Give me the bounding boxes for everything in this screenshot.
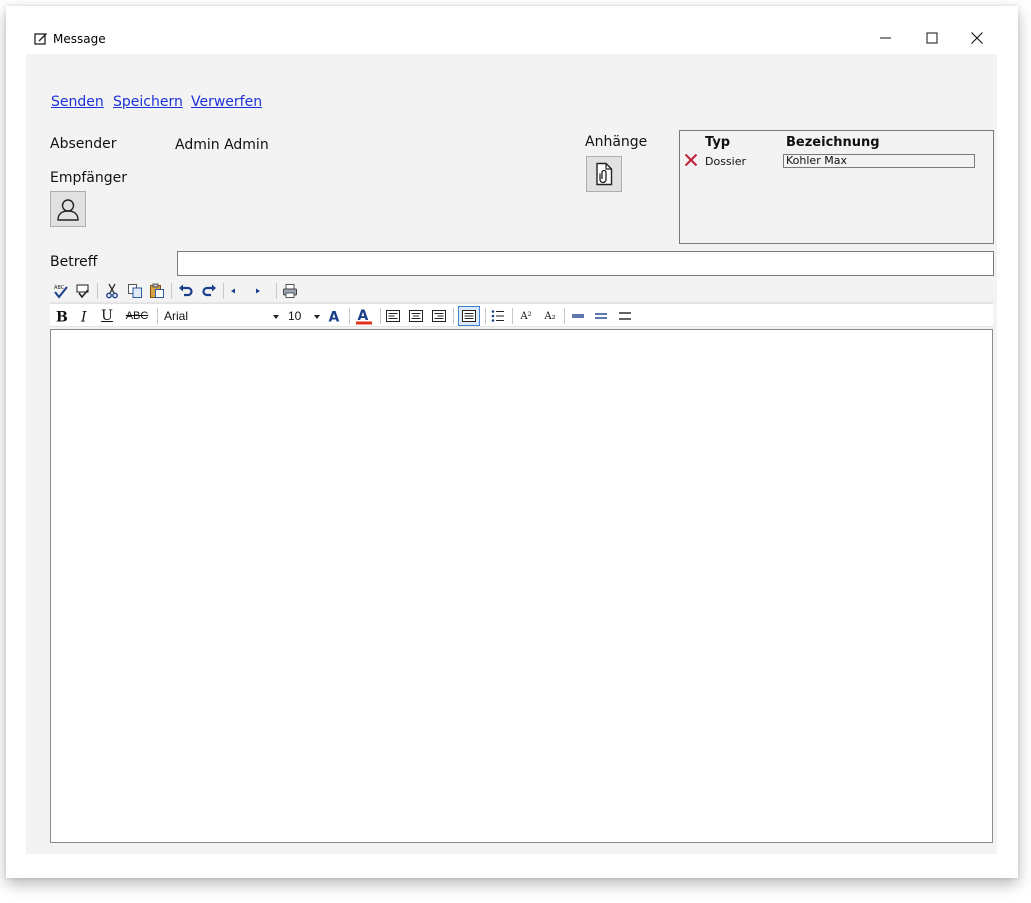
subscript-button[interactable]: A₂ bbox=[541, 307, 559, 325]
bold-button[interactable]: B bbox=[52, 307, 70, 325]
outdent-icon bbox=[231, 288, 235, 294]
user-icon bbox=[57, 199, 79, 221]
compose-icon bbox=[34, 33, 47, 45]
maximize-button[interactable] bbox=[924, 30, 940, 46]
indent-icon bbox=[256, 288, 260, 294]
justify-button[interactable] bbox=[458, 306, 480, 326]
bullet-list-button[interactable] bbox=[489, 307, 507, 325]
column-header-name: Bezeichnung bbox=[786, 135, 880, 150]
spell-options-icon bbox=[76, 284, 89, 299]
message-body-editor[interactable] bbox=[50, 329, 993, 843]
redo-icon bbox=[202, 284, 216, 297]
print-button[interactable] bbox=[281, 282, 299, 300]
subject-label: Betreff bbox=[50, 254, 98, 270]
save-link[interactable]: Speichern bbox=[113, 94, 183, 110]
superscript-button[interactable]: A² bbox=[517, 307, 535, 325]
underline-icon: U bbox=[101, 308, 113, 324]
italic-button[interactable]: I bbox=[75, 307, 93, 325]
font-size-select[interactable]: 10 bbox=[286, 307, 322, 325]
bold-icon: B bbox=[56, 310, 68, 325]
attachments-label: Anhänge bbox=[585, 134, 648, 150]
editor-toolbar-format: B I U ABC Arial 10 A A A² A₂ bbox=[50, 303, 993, 327]
paste-button[interactable] bbox=[148, 282, 166, 300]
undo-icon bbox=[179, 284, 193, 297]
sender-label: Absender bbox=[50, 136, 117, 152]
svg-text:I: I bbox=[80, 310, 87, 325]
font-family-select[interactable]: Arial bbox=[162, 307, 280, 325]
svg-text:A: A bbox=[329, 310, 340, 325]
chevron-down-icon bbox=[273, 315, 279, 319]
close-button[interactable] bbox=[969, 30, 985, 46]
paste-icon bbox=[150, 283, 164, 298]
spellcheck-button[interactable]: ABC bbox=[52, 282, 70, 300]
line-spacing-medium-button[interactable] bbox=[592, 307, 610, 325]
minimize-button[interactable] bbox=[878, 30, 894, 46]
copy-icon bbox=[128, 284, 142, 298]
remove-attachment-icon[interactable] bbox=[684, 153, 698, 167]
font-size-value: 10 bbox=[288, 309, 302, 323]
cut-button[interactable] bbox=[103, 282, 121, 300]
recipient-label: Empfänger bbox=[50, 170, 128, 186]
outdent-button[interactable] bbox=[225, 282, 243, 300]
bullet-list-icon bbox=[491, 310, 504, 322]
redo-button[interactable] bbox=[200, 282, 218, 300]
select-recipient-button[interactable] bbox=[50, 191, 86, 227]
strikethrough-button[interactable]: ABC bbox=[123, 307, 151, 325]
font-color-icon: A bbox=[356, 308, 372, 325]
strikethrough-icon: ABC bbox=[125, 310, 149, 322]
attachment-type-cell: Dossier bbox=[705, 155, 747, 168]
subject-input[interactable] bbox=[177, 251, 994, 276]
send-link[interactable]: Senden bbox=[51, 94, 104, 110]
indent-button[interactable] bbox=[248, 282, 266, 300]
spellcheck-icon: ABC bbox=[54, 285, 68, 299]
line-spacing-single-icon bbox=[572, 314, 584, 318]
editor-toolbar-top: ABC bbox=[50, 279, 993, 303]
sender-value: Admin Admin bbox=[175, 137, 269, 153]
font-size-icon: A bbox=[329, 310, 340, 325]
svg-text:ABC: ABC bbox=[54, 285, 65, 291]
column-header-type: Typ bbox=[705, 135, 731, 150]
title-bar: Message bbox=[6, 6, 1018, 54]
undo-button[interactable] bbox=[177, 282, 195, 300]
svg-text:B: B bbox=[56, 310, 68, 325]
subscript-icon: A₂ bbox=[544, 310, 556, 322]
italic-icon: I bbox=[80, 310, 87, 325]
add-attachment-button[interactable] bbox=[586, 156, 622, 192]
align-right-button[interactable] bbox=[430, 307, 448, 325]
align-left-icon bbox=[386, 310, 400, 322]
align-left-button[interactable] bbox=[384, 307, 402, 325]
attachment-name-cell[interactable]: Kohler Max bbox=[783, 154, 975, 168]
discard-link[interactable]: Verwerfen bbox=[191, 94, 262, 110]
cut-icon bbox=[106, 283, 118, 299]
window-title: Message bbox=[53, 32, 106, 46]
align-center-button[interactable] bbox=[407, 307, 425, 325]
align-right-icon bbox=[432, 310, 446, 322]
line-spacing-double-icon bbox=[619, 312, 631, 320]
attachment-file-icon bbox=[596, 162, 613, 186]
copy-button[interactable] bbox=[126, 282, 144, 300]
align-justify-icon bbox=[462, 310, 476, 322]
spellcheck-options-button[interactable] bbox=[74, 282, 92, 300]
underline-button[interactable]: U bbox=[98, 307, 116, 325]
line-spacing-single-button[interactable] bbox=[569, 307, 587, 325]
align-center-icon bbox=[409, 310, 423, 322]
font-grow-button[interactable]: A bbox=[326, 307, 344, 325]
font-family-value: Arial bbox=[164, 309, 189, 323]
line-spacing-double-button[interactable] bbox=[616, 307, 634, 325]
font-color-button[interactable]: A bbox=[355, 307, 373, 325]
chevron-down-icon bbox=[314, 315, 320, 319]
superscript-icon: A² bbox=[520, 310, 532, 322]
line-spacing-medium-icon bbox=[595, 313, 607, 319]
printer-icon bbox=[283, 284, 297, 298]
attachments-table: Typ Bezeichnung Dossier Kohler Max bbox=[679, 130, 994, 244]
